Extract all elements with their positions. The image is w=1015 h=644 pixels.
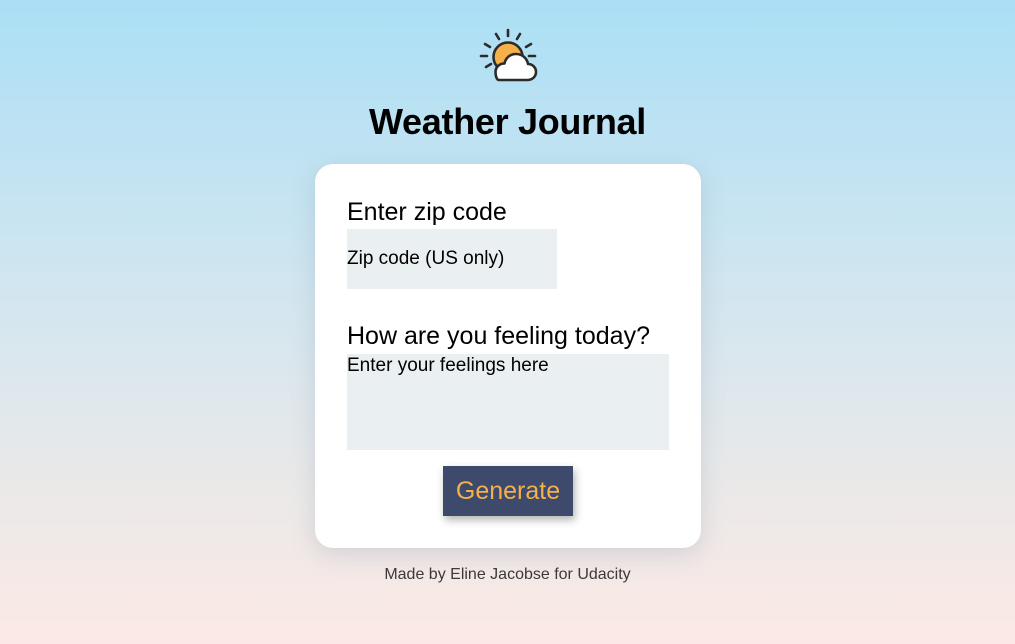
journal-form-card: Enter zip code How are you feeling today… [315, 164, 701, 548]
sun-behind-cloud-icon [477, 26, 539, 84]
feelings-label: How are you feeling today? [347, 322, 650, 350]
generate-button[interactable]: Generate [443, 466, 573, 516]
zip-input[interactable] [347, 229, 557, 289]
page-title: Weather Journal [369, 101, 646, 142]
feelings-textarea[interactable] [347, 354, 669, 450]
footer-credit: Made by Eline Jacobse for Udacity [384, 566, 631, 583]
zip-label: Enter zip code [347, 198, 507, 226]
